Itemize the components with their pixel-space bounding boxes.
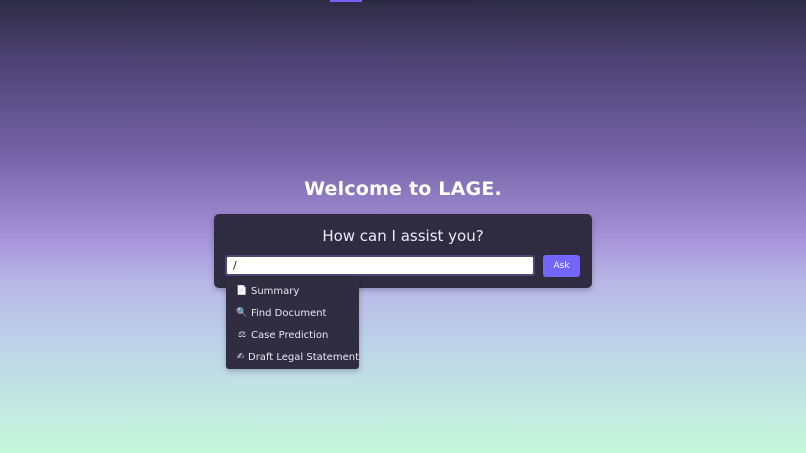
command-item-case-prediction[interactable]: ⚖ Case Prediction — [226, 324, 359, 346]
assist-panel: How can I assist you? Ask — [214, 214, 592, 288]
command-item-find-document[interactable]: 🔍 Find Document — [226, 302, 359, 324]
ask-button[interactable]: Ask — [543, 255, 580, 277]
query-input[interactable] — [225, 255, 535, 276]
welcome-heading: Welcome to LAGE. — [304, 178, 502, 200]
command-item-draft-legal-statement[interactable]: ✍ Draft Legal Statement — [226, 346, 359, 368]
assist-prompt-title: How can I assist you? — [322, 227, 484, 245]
writing-hand-icon: ✍ — [236, 352, 245, 362]
scales-icon: ⚖ — [237, 330, 247, 340]
command-item-summary[interactable]: 📄 Summary — [226, 280, 359, 302]
command-label: Draft Legal Statement — [248, 351, 359, 363]
command-label: Case Prediction — [251, 329, 329, 341]
command-label: Summary — [251, 285, 300, 297]
command-label: Find Document — [251, 307, 327, 319]
magnifier-icon: 🔍 — [236, 308, 248, 318]
command-dropdown: 📄 Summary 🔍 Find Document ⚖ Case Predict… — [226, 278, 359, 369]
top-nav-indicator — [330, 0, 362, 2]
page-icon: 📄 — [236, 286, 248, 296]
